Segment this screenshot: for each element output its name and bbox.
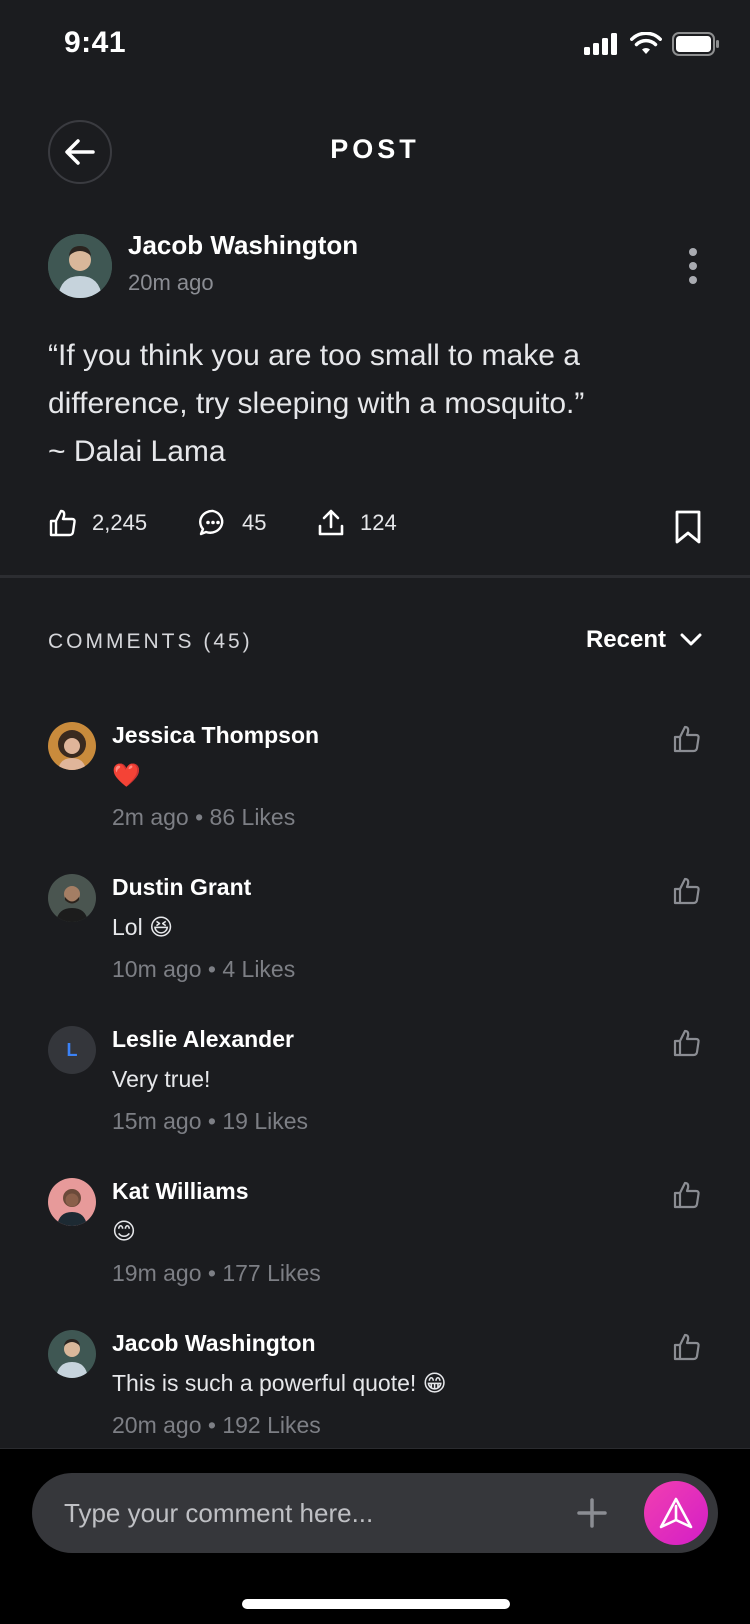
more-options-button[interactable] xyxy=(678,244,708,288)
post-author: Jacob Washington 20m ago xyxy=(48,230,708,298)
comment-like-button[interactable] xyxy=(672,1180,702,1215)
chat-bubble-icon xyxy=(199,509,224,536)
share-count: 124 xyxy=(360,510,397,535)
home-indicator xyxy=(242,1599,510,1609)
comment-meta: 19m ago • 177 Likes xyxy=(112,1260,321,1286)
add-attachment-button[interactable] xyxy=(572,1493,612,1533)
comment-text: ❤️ xyxy=(112,762,141,788)
cellular-signal-icon xyxy=(584,33,620,60)
comment-composer xyxy=(0,1448,750,1624)
like-count: 2,245 xyxy=(92,510,148,535)
send-button[interactable] xyxy=(644,1481,708,1545)
bookmark-icon xyxy=(675,510,701,544)
comment-author[interactable]: Kat Williams xyxy=(112,1178,249,1205)
comment-text: Very true! xyxy=(112,1066,211,1092)
comment-text: This is such a powerful quote! 😁 xyxy=(112,1370,447,1396)
plus-icon xyxy=(577,1498,607,1528)
comment-button[interactable]: 45 xyxy=(198,508,266,538)
page-title: POST xyxy=(330,134,420,164)
avatar[interactable]: L xyxy=(48,1026,96,1074)
avatar-initial: L xyxy=(66,1039,78,1060)
post-line: ~ Dalai Lama xyxy=(48,435,226,468)
thumbs-up-icon xyxy=(673,1333,700,1361)
thumbs-up-icon xyxy=(673,1181,700,1209)
comment-meta: 2m ago • 86 Likes xyxy=(112,804,296,830)
more-dot xyxy=(689,248,697,256)
comment-input[interactable] xyxy=(64,1491,504,1535)
status-time: 9:41 xyxy=(64,26,127,59)
send-icon xyxy=(659,1497,693,1529)
more-dot xyxy=(689,276,697,284)
comment-text: Lol 😆 xyxy=(112,914,174,940)
comment-author[interactable]: Dustin Grant xyxy=(112,874,251,901)
comment-author[interactable]: Jacob Washington xyxy=(112,1330,316,1357)
thumbs-up-icon xyxy=(673,725,700,753)
comment-meta: 15m ago • 19 Likes xyxy=(112,1108,309,1134)
post-timestamp: 20m ago xyxy=(128,270,214,295)
comment-author[interactable]: Jessica Thompson xyxy=(112,722,319,749)
post-line: “If you think you are too small to make … xyxy=(48,339,580,372)
header: POST xyxy=(0,114,750,190)
comment-like-button[interactable] xyxy=(672,1028,702,1063)
comment-input-wrapper xyxy=(32,1473,718,1553)
more-dot xyxy=(689,262,697,270)
comment-count: 45 xyxy=(242,510,267,535)
avatar[interactable] xyxy=(48,874,96,922)
comment-text: 😊 xyxy=(112,1218,136,1244)
comment-item: Jacob Washington This is such a powerful… xyxy=(48,1330,702,1450)
thumbs-up-icon xyxy=(673,1029,700,1057)
comment-item: Dustin Grant Lol 😆 10m ago • 4 Likes xyxy=(48,874,702,994)
comments-header: COMMENTS (45) Recent xyxy=(48,626,702,662)
avatar[interactable] xyxy=(48,1178,96,1226)
post-body: “If you think you are too small to make … xyxy=(48,332,688,476)
status-icons xyxy=(584,31,720,61)
comment-item: L Leslie Alexander Very true! 15m ago • … xyxy=(48,1026,702,1146)
comment-author[interactable]: Leslie Alexander xyxy=(112,1026,294,1053)
like-button[interactable]: 2,245 xyxy=(48,508,147,538)
comment-meta: 20m ago • 192 Likes xyxy=(112,1412,321,1438)
sort-dropdown[interactable]: Recent xyxy=(586,626,702,654)
avatar[interactable] xyxy=(48,1330,96,1378)
status-bar: 9:41 xyxy=(0,0,750,92)
wifi-icon xyxy=(630,31,662,61)
author-name[interactable]: Jacob Washington xyxy=(128,230,358,261)
thumbs-up-icon xyxy=(49,509,76,537)
share-button[interactable]: 124 xyxy=(316,508,397,538)
avatar[interactable] xyxy=(48,722,96,770)
sort-label: Recent xyxy=(585,626,666,653)
comment-item: Jessica Thompson ❤️ 2m ago • 86 Likes xyxy=(48,722,702,842)
comment-like-button[interactable] xyxy=(672,876,702,911)
thumbs-up-icon xyxy=(673,877,700,905)
comment-item: Kat Williams 😊 19m ago • 177 Likes xyxy=(48,1178,702,1298)
avatar[interactable] xyxy=(48,234,112,298)
post-line: difference, try sleeping with a mosquito… xyxy=(48,387,585,420)
battery-icon xyxy=(672,32,720,61)
chevron-down-icon xyxy=(680,633,702,646)
post-actions: 2,245 45 124 xyxy=(48,508,702,548)
comment-meta: 10m ago • 4 Likes xyxy=(112,956,296,982)
divider xyxy=(0,575,750,578)
comment-like-button[interactable] xyxy=(672,1332,702,1367)
share-upload-icon xyxy=(318,509,344,536)
comment-like-button[interactable] xyxy=(672,724,702,759)
bookmark-button[interactable] xyxy=(674,510,702,549)
comments-title: COMMENTS (45) xyxy=(48,630,253,653)
